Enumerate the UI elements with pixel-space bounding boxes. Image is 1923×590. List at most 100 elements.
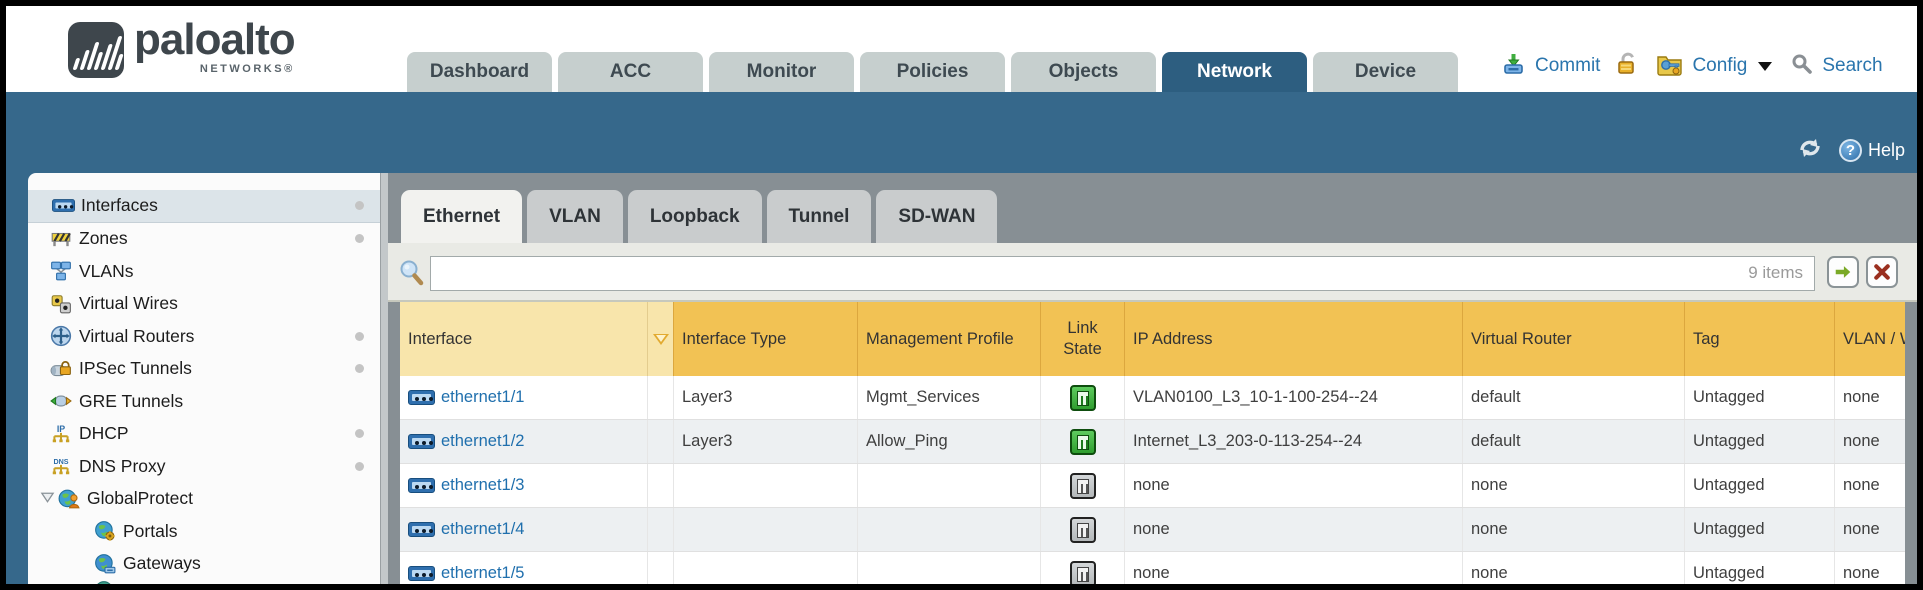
logo-waveform-icon	[72, 36, 124, 70]
config-dropdown[interactable]: Config	[1692, 55, 1747, 77]
cell-virtual-router: none	[1463, 552, 1685, 584]
cell-virtual-router: none	[1463, 464, 1685, 507]
table-row[interactable]: ethernet1/4 none none Untagged none	[400, 508, 1905, 552]
virtual-routers-icon	[50, 325, 72, 347]
cell-type: Layer3	[674, 420, 858, 463]
main-area: Interfaces Zones	[6, 173, 1917, 584]
commit-icon[interactable]	[1502, 52, 1526, 81]
sort-dropdown[interactable]	[648, 302, 674, 376]
sidebar-item-ipsec-tunnels[interactable]: IPSec Tunnels	[28, 353, 380, 386]
cell-type	[674, 552, 858, 584]
table-header-row: Interface Interface Type Management Prof…	[400, 302, 1905, 376]
expander-triangle-icon[interactable]	[40, 488, 56, 509]
sidebar-item-interfaces[interactable]: Interfaces	[28, 190, 380, 223]
tab-sdwan[interactable]: SD-WAN	[876, 190, 997, 243]
sidebar-item-portals[interactable]: Portals	[28, 515, 380, 548]
ethernet-port-icon	[408, 522, 435, 537]
status-dot	[355, 332, 364, 341]
sidebar-item-virtual-routers[interactable]: Virtual Routers	[28, 320, 380, 353]
search-icon[interactable]	[1791, 53, 1813, 80]
sidebar-item-virtual-wires[interactable]: Virtual Wires	[28, 288, 380, 321]
cell-mgmt-profile	[858, 508, 1041, 551]
search-button[interactable]: Search	[1822, 55, 1882, 77]
cell-mgmt-profile	[858, 464, 1041, 507]
table-row[interactable]: ethernet1/2 Layer3 Allow_Ping Internet_L…	[400, 420, 1905, 464]
tab-dashboard[interactable]: Dashboard	[407, 52, 552, 92]
cell-type	[674, 508, 858, 551]
interface-link[interactable]: ethernet1/1	[441, 388, 524, 407]
filter-input[interactable]	[430, 256, 1815, 291]
cell-vlan-wire: none	[1835, 420, 1905, 463]
tab-tunnel[interactable]: Tunnel	[767, 190, 872, 243]
col-interface-type[interactable]: Interface Type	[674, 302, 858, 376]
tab-ethernet[interactable]: Ethernet	[401, 190, 522, 243]
sidebar-item-label: Zones	[79, 228, 128, 249]
sort-triangle-icon	[653, 334, 669, 345]
interface-link[interactable]: ethernet1/2	[441, 432, 524, 451]
dns-proxy-icon: DNS	[50, 455, 72, 477]
col-interface[interactable]: Interface	[400, 302, 648, 376]
sidebar-item-zones[interactable]: Zones	[28, 223, 380, 256]
cell-ip: none	[1125, 464, 1463, 507]
logo-subtitle: NETWORKS®	[134, 64, 295, 75]
tab-objects[interactable]: Objects	[1011, 52, 1156, 92]
tab-loopback[interactable]: Loopback	[628, 190, 762, 243]
sidebar-item-gre-tunnels[interactable]: GRE Tunnels	[28, 385, 380, 418]
secondary-toolbar: ? Help	[6, 92, 1917, 173]
sidebar-item-gateways[interactable]: Gateways	[28, 548, 380, 581]
col-ip-address[interactable]: IP Address	[1125, 302, 1463, 376]
table-row[interactable]: ethernet1/1 Layer3 Mgmt_Services VLAN010…	[400, 376, 1905, 420]
tab-acc[interactable]: ACC	[558, 52, 703, 92]
interface-link[interactable]: ethernet1/5	[441, 564, 524, 583]
sidebar-item-dns-proxy[interactable]: DNS DNS Proxy	[28, 450, 380, 483]
tab-network[interactable]: Network	[1162, 52, 1307, 92]
sidebar-item-vlans[interactable]: VLANs	[28, 255, 380, 288]
tab-device[interactable]: Device	[1313, 52, 1458, 92]
cell-ip: VLAN0100_L3_10-1-100-254--24	[1125, 376, 1463, 419]
sidebar-item-globalprotect[interactable]: GlobalProtect	[28, 483, 380, 516]
cell-tag: Untagged	[1685, 508, 1835, 551]
table-row[interactable]: ethernet1/3 none none Untagged none	[400, 464, 1905, 508]
status-dot	[355, 364, 364, 373]
chevron-down-icon[interactable]	[1758, 62, 1772, 71]
cell-mgmt-profile: Allow_Ping	[858, 420, 1041, 463]
cell-type: Layer3	[674, 376, 858, 419]
tab-vlan[interactable]: VLAN	[527, 190, 623, 243]
help-label[interactable]: Help	[1868, 140, 1905, 161]
col-virtual-router[interactable]: Virtual Router	[1463, 302, 1685, 376]
status-dot	[355, 201, 364, 210]
gateways-icon	[94, 553, 116, 575]
ethernet-port-icon	[408, 434, 435, 449]
sidebar-item-dhcp[interactable]: IP DHCP	[28, 418, 380, 451]
dhcp-icon: IP	[50, 423, 72, 445]
tab-policies[interactable]: Policies	[860, 52, 1005, 92]
interface-link[interactable]: ethernet1/4	[441, 520, 524, 539]
col-management-profile[interactable]: Management Profile	[858, 302, 1041, 376]
col-tag[interactable]: Tag	[1685, 302, 1835, 376]
sidebar-item-label: GRE Tunnels	[79, 391, 183, 412]
filter-bar: 9 items	[388, 243, 1917, 302]
sidebar-item-label: Portals	[123, 521, 177, 542]
clear-filter-button[interactable]	[1866, 256, 1898, 288]
refresh-icon[interactable]	[1797, 136, 1823, 165]
tab-monitor[interactable]: Monitor	[709, 52, 854, 92]
link-state-up-icon	[1070, 385, 1096, 411]
status-dot	[355, 429, 364, 438]
virtual-wires-icon	[50, 293, 72, 315]
col-vlan-wire[interactable]: VLAN / Wire	[1835, 302, 1905, 376]
col-link-state[interactable]: Link State	[1041, 302, 1125, 376]
table-row[interactable]: ethernet1/5 none none Untagged none	[400, 552, 1905, 584]
sidebar-item-label: DNS Proxy	[79, 456, 166, 477]
apply-filter-button[interactable]	[1827, 256, 1859, 288]
help-icon[interactable]: ?	[1839, 139, 1862, 162]
config-icon[interactable]	[1656, 51, 1683, 81]
commit-button[interactable]: Commit	[1535, 55, 1600, 77]
header: paloalto NETWORKS® Dashboard ACC Monitor…	[6, 6, 1917, 92]
interface-link[interactable]: ethernet1/3	[441, 476, 524, 495]
cell-ip: Internet_L3_203-0-113-254--24	[1125, 420, 1463, 463]
logo-title: paloalto	[134, 18, 295, 62]
lock-icon[interactable]	[1615, 51, 1639, 82]
sidebar-item-label: Virtual Routers	[79, 326, 194, 347]
cell-ip: none	[1125, 508, 1463, 551]
content-panel: Ethernet VLAN Loopback Tunnel SD-WAN 9 i…	[388, 173, 1917, 584]
